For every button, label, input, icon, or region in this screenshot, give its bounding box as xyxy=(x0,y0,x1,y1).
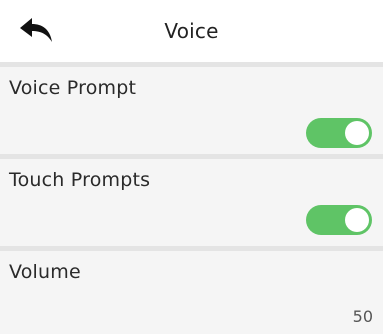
setting-label: Volume xyxy=(9,261,81,283)
setting-label: Touch Prompts xyxy=(9,169,151,191)
page-title: Voice xyxy=(164,19,219,43)
voice-prompt-toggle[interactable] xyxy=(306,118,372,148)
setting-label: Voice Prompt xyxy=(9,77,137,99)
header-bar: Voice xyxy=(0,0,383,62)
setting-row-voice-prompt[interactable]: Voice Prompt xyxy=(0,67,383,154)
setting-row-touch-prompts[interactable]: Touch Prompts xyxy=(0,159,383,246)
toggle-knob xyxy=(345,208,369,232)
touch-prompts-toggle[interactable] xyxy=(306,205,372,235)
setting-row-volume[interactable]: Volume 50 xyxy=(0,251,383,334)
volume-value: 50 xyxy=(352,307,373,326)
voice-settings-screen: Voice Voice Prompt Touch Prompts Volume … xyxy=(0,0,383,334)
toggle-knob xyxy=(345,121,369,145)
